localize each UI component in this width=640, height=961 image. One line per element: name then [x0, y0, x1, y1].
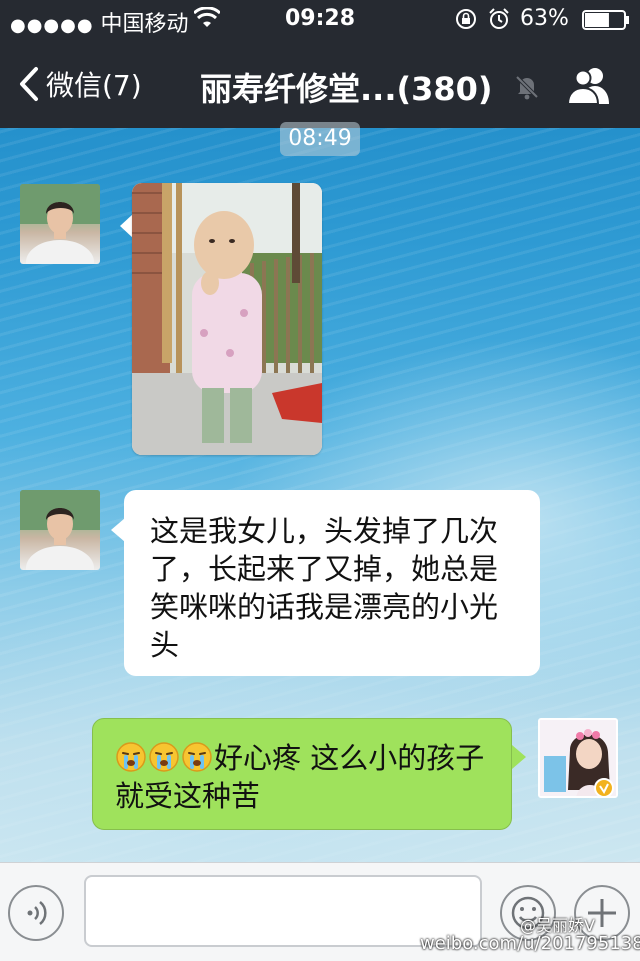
contacts-icon[interactable]	[566, 64, 612, 106]
battery-percent: 63%	[520, 6, 569, 31]
alarm-icon	[489, 8, 509, 29]
bubble-tail	[512, 745, 526, 769]
woman-portrait-icon	[20, 490, 100, 570]
battery-icon	[582, 10, 629, 30]
watermark-url: weibo.com/u/2017951383	[420, 933, 640, 954]
crying-face-icon	[149, 742, 179, 772]
crying-face-icon	[116, 742, 146, 772]
toddler-photo	[132, 183, 322, 455]
image-message[interactable]	[132, 183, 322, 455]
message-timestamp: 08:49	[280, 122, 360, 156]
voice-icon	[27, 901, 47, 925]
top-bar: ●●●●● 中国移动 09:28 63% 微信(7) 丽寿纤修堂...(380)	[0, 0, 640, 128]
voice-button[interactable]	[8, 885, 64, 941]
text-message[interactable]: 这是我女儿，头发掉了几次了，长起来了又掉，她总是笑咪咪的话我是漂亮的小光头	[124, 490, 540, 676]
rotation-lock-icon	[456, 9, 476, 29]
my-avatar[interactable]	[538, 718, 618, 798]
my-message[interactable]: 好心疼 这么小的孩子就受这种苦	[92, 718, 512, 830]
back-button[interactable]: 微信(7)	[18, 62, 142, 106]
crying-face-icon	[182, 742, 212, 772]
girl-portrait-icon	[540, 720, 616, 796]
woman-portrait-icon	[20, 184, 100, 264]
back-label: 微信(7)	[46, 69, 142, 102]
avatar[interactable]	[20, 184, 100, 264]
avatar[interactable]	[20, 490, 100, 570]
chat-title: 丽寿纤修堂...(380)	[200, 70, 493, 108]
mute-bell-icon	[515, 75, 539, 100]
bubble-tail	[111, 518, 125, 542]
emoji-group	[115, 741, 214, 775]
chevron-left-icon	[20, 67, 38, 101]
